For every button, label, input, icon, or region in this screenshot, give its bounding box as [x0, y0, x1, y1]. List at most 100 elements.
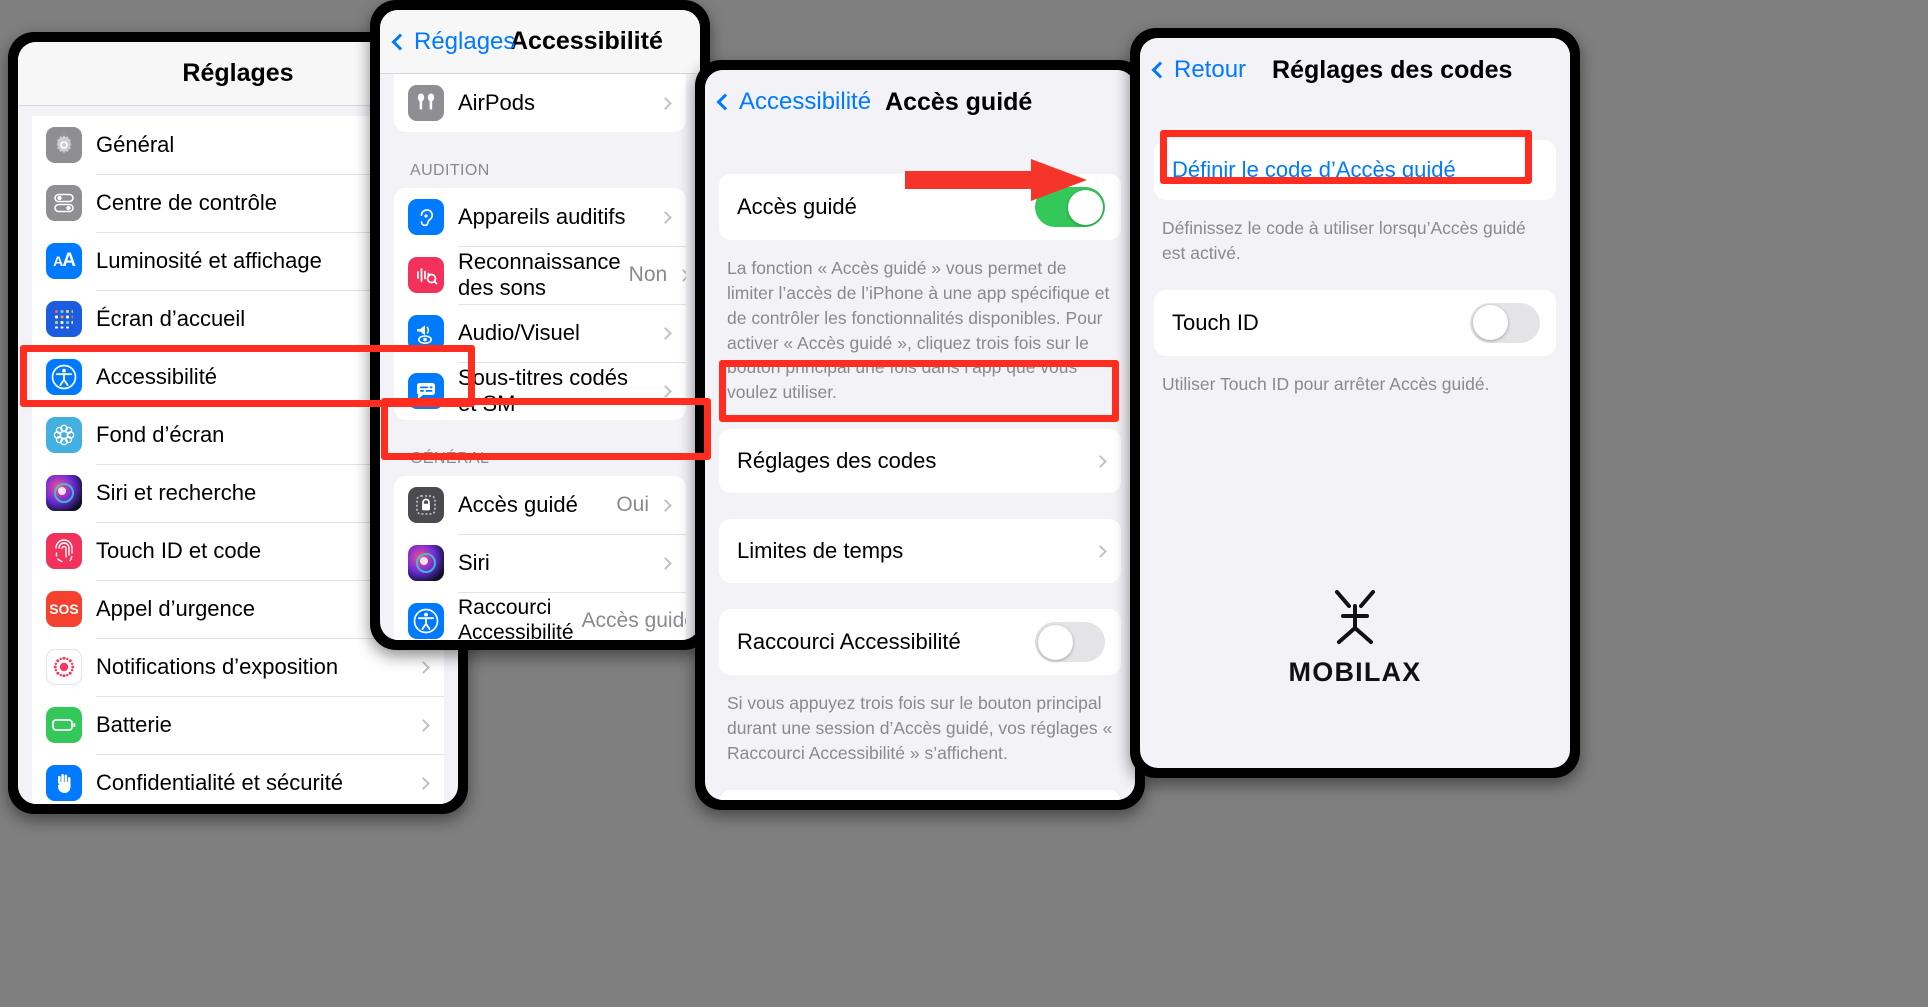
- subtitles-icon: [408, 373, 444, 409]
- chevron-right-icon: [659, 498, 672, 512]
- guided-access-icon: [408, 487, 444, 523]
- hearing-devices-icon: [408, 199, 444, 235]
- sidebar-item-label: Siri et recherche: [96, 480, 257, 506]
- touch-id-toggle[interactable]: [1470, 302, 1540, 343]
- mobilax-logo-text: MOBILAX: [1288, 657, 1422, 687]
- back-button-accessibilite[interactable]: Accessibilité: [705, 88, 871, 116]
- sidebar-item-privacy-security[interactable]: Confidentialité et sécurité: [32, 754, 444, 804]
- list-item-accessibility-shortcut[interactable]: Raccourci Accessibilité Accès guidé: [394, 592, 686, 640]
- accessibility-group-top: AirPods: [394, 74, 686, 132]
- guided-access-description: La fonction « Accès guidé » vous permet …: [727, 258, 1110, 403]
- accessibility-icon: [46, 359, 82, 395]
- chevron-right-icon: [417, 718, 430, 732]
- touch-id-icon: [46, 533, 82, 569]
- sidebar-item-label: Centre de contrôle: [96, 190, 277, 216]
- passcode-settings-row[interactable]: Réglages des codes: [719, 429, 1121, 494]
- touch-id-row[interactable]: Touch ID: [1154, 289, 1556, 356]
- chevron-right-icon: [659, 556, 672, 570]
- audio-visual-icon: [408, 315, 444, 351]
- sidebar-item-label: Luminosité et affichage: [96, 248, 322, 274]
- accessibility-shortcut-row[interactable]: Raccourci Accessibilité: [719, 609, 1121, 676]
- back-button-retour[interactable]: Retour: [1140, 56, 1246, 84]
- set-guided-access-code-row[interactable]: Définir le code d’Accès guidé: [1154, 140, 1556, 200]
- screen-passcode-settings: Retour Réglages des codes Définir le cod…: [1140, 38, 1570, 768]
- accessibility-shortcut-group: Raccourci Accessibilité: [719, 609, 1121, 676]
- set-guided-access-code-label: Définir le code d’Accès guidé: [1172, 157, 1456, 183]
- list-item-label: Siri: [458, 550, 490, 576]
- gear-icon: [46, 127, 82, 163]
- navbar-accessibility: Réglages Accessibilité: [380, 10, 700, 74]
- time-limits-row[interactable]: Limites de temps: [719, 519, 1121, 584]
- siri-icon: [408, 545, 444, 581]
- phone-panel-passcode-settings: Retour Réglages des codes Définir le cod…: [1130, 28, 1580, 778]
- sos-icon: SOS: [46, 591, 82, 627]
- passcode-settings-label: Réglages des codes: [737, 448, 937, 474]
- list-item-airpods[interactable]: AirPods: [394, 74, 686, 132]
- screen-accessibility: Réglages Accessibilité AirPods AUDITION: [380, 10, 700, 640]
- battery-icon: [46, 707, 82, 743]
- toggle-knob: [1472, 305, 1508, 341]
- list-item-label: Reconnaissance des sons: [458, 249, 621, 300]
- back-button-label: Retour: [1174, 56, 1247, 83]
- back-button-label: Accessibilité: [739, 88, 872, 115]
- page-title: Réglages des codes: [1272, 55, 1513, 84]
- list-item-label: Appareils auditifs: [458, 204, 626, 230]
- control-center-icon: [46, 185, 82, 221]
- passcode-settings-group: Réglages des codes: [719, 429, 1121, 494]
- accessibility-icon: [408, 603, 444, 639]
- set-code-footnote: Définissez le code à utiliser lorsqu’Acc…: [1162, 218, 1526, 263]
- chevron-right-icon: [417, 660, 430, 674]
- navbar-passcode-settings: Retour Réglages des codes: [1140, 38, 1570, 102]
- navbar-guided-access: Accessibilité Accès guidé: [705, 70, 1135, 134]
- list-item-hearing-devices[interactable]: Appareils auditifs: [394, 188, 686, 246]
- list-item-label: Raccourci Accessibilité: [458, 596, 574, 640]
- list-item-subtitles[interactable]: Sous-titres codés et SM: [394, 362, 686, 420]
- section-header-general: GÉNÉRAL: [410, 450, 490, 467]
- accessibility-shortcut-label: Raccourci Accessibilité: [737, 629, 961, 655]
- chevron-right-icon: [659, 96, 672, 110]
- home-screen-icon: [46, 301, 82, 337]
- chevron-right-icon: [659, 326, 672, 340]
- touch-id-footnote: Utiliser Touch ID pour arrêter Accès gui…: [1162, 373, 1490, 394]
- accessibility-shortcut-footnote: Si vous appuyez trois fois sur le bouton…: [727, 693, 1113, 763]
- chevron-right-icon: [677, 268, 686, 282]
- sound-recognition-icon: [408, 257, 444, 293]
- accessibility-shortcut-toggle[interactable]: [1035, 622, 1105, 663]
- airpods-icon: [408, 85, 444, 121]
- phone-panel-accessibility: Réglages Accessibilité AirPods AUDITION: [370, 0, 710, 650]
- back-button-reglages[interactable]: Réglages: [380, 28, 515, 56]
- siri-icon: [46, 475, 82, 511]
- guided-access-list[interactable]: Accès guidé La fonction « Accès guidé » …: [705, 150, 1135, 800]
- mobilax-watermark: MOBILAX: [1140, 586, 1570, 688]
- set-code-group: Définir le code d’Accès guidé: [1154, 140, 1556, 200]
- sidebar-item-label: Général: [96, 132, 175, 158]
- sidebar-item-label: Notifications d’exposition: [96, 654, 339, 680]
- chevron-left-icon: [391, 33, 409, 50]
- list-item-siri[interactable]: Siri: [394, 534, 686, 592]
- sidebar-item-exposure-notifications[interactable]: Notifications d’exposition: [32, 638, 444, 696]
- list-item-audio-visual[interactable]: Audio/Visuel: [394, 304, 686, 362]
- accessibility-group-audition: Appareils auditifs Reconnaissance des so…: [394, 188, 686, 420]
- list-item-value: Oui: [616, 493, 649, 516]
- sidebar-item-label: Confidentialité et sécurité: [96, 770, 344, 796]
- chevron-right-icon: [417, 776, 430, 790]
- sidebar-item-label: Batterie: [96, 712, 172, 738]
- accessibility-group-general: Accès guidé Oui Siri Raccourci Accessibi…: [394, 476, 686, 640]
- toggle-knob: [1037, 624, 1073, 660]
- time-limits-group: Limites de temps: [719, 519, 1121, 584]
- auto-lock-row[interactable]: Verrouillage auto. de l’écran Par déf...: [719, 789, 1121, 800]
- list-item-value: Non: [628, 263, 668, 286]
- sidebar-item-label: Écran d’accueil: [96, 306, 246, 332]
- list-item-label: Accès guidé: [458, 492, 578, 518]
- passcode-settings-list[interactable]: Définir le code d’Accès guidé Définissez…: [1140, 116, 1570, 768]
- list-item-label: Audio/Visuel: [458, 320, 580, 346]
- list-item-label: AirPods: [458, 90, 536, 116]
- list-item-value: Accès guidé: [581, 609, 686, 632]
- list-item-sound-recognition[interactable]: Reconnaissance des sons Non: [394, 246, 686, 304]
- auto-lock-group: Verrouillage auto. de l’écran Par déf...: [719, 789, 1121, 800]
- touch-id-group: Touch ID: [1154, 289, 1556, 356]
- accessibility-list[interactable]: AirPods AUDITION Appareils auditifs Reco…: [380, 74, 700, 640]
- sidebar-item-battery[interactable]: Batterie: [32, 696, 444, 754]
- sidebar-item-label: Accessibilité: [96, 364, 218, 390]
- list-item-guided-access[interactable]: Accès guidé Oui: [394, 476, 686, 534]
